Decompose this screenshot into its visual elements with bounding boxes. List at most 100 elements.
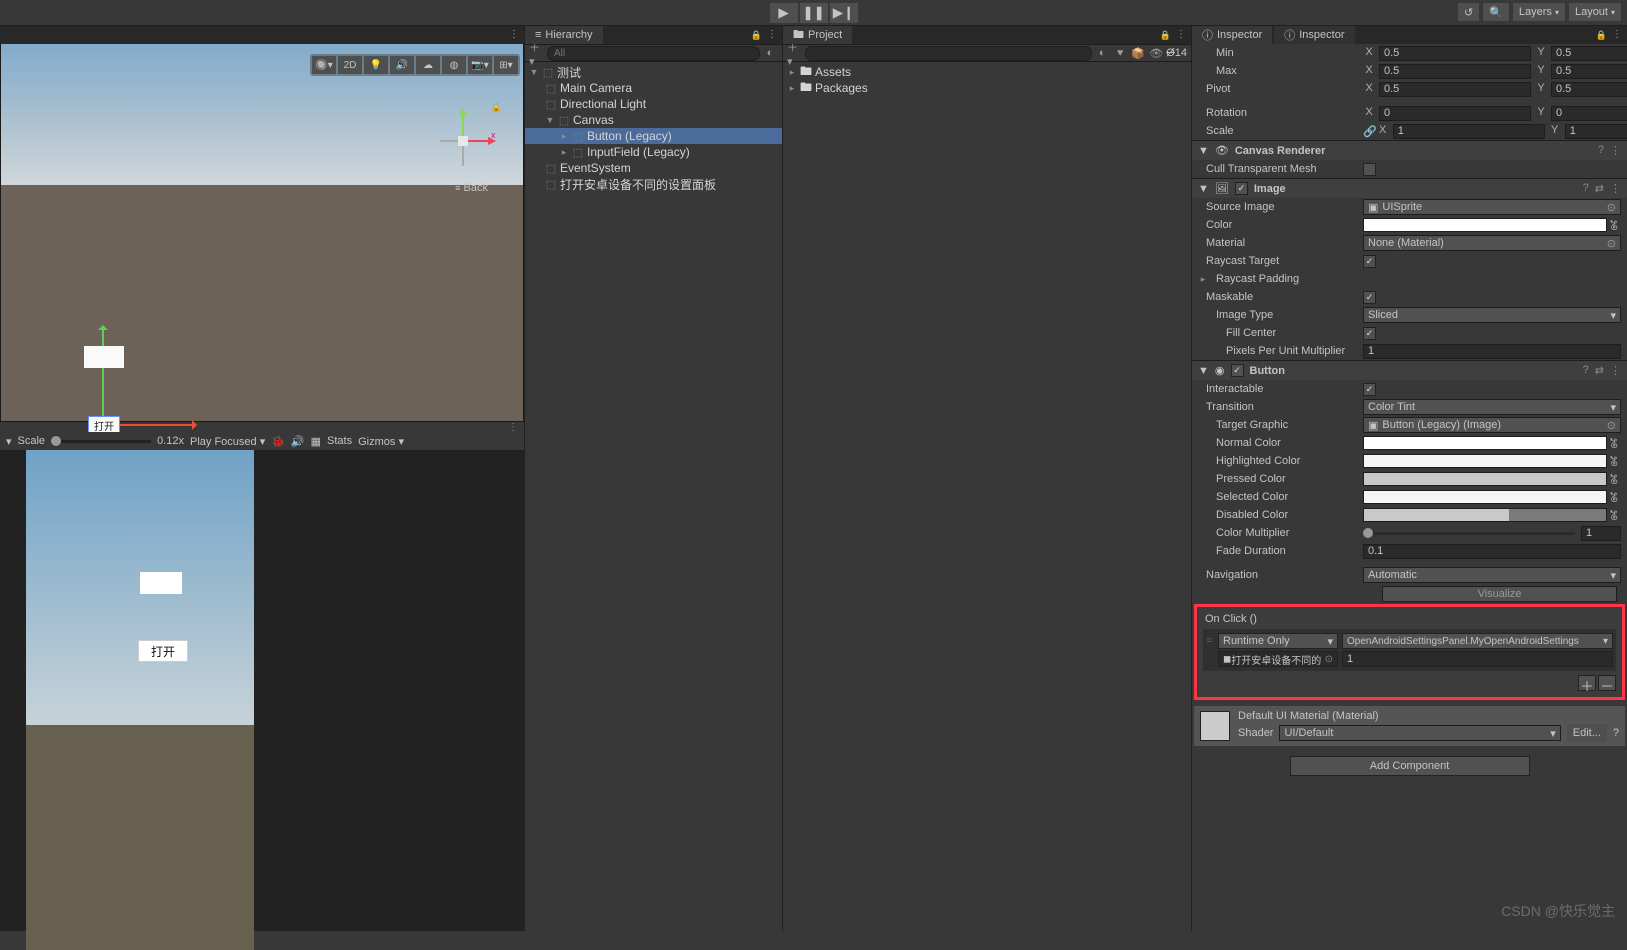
- component-canvas-renderer[interactable]: ▼👁Canvas Renderer?⋮: [1192, 140, 1627, 160]
- maskable-checkbox[interactable]: ✓: [1363, 291, 1376, 304]
- help-icon[interactable]: ?: [1583, 364, 1589, 377]
- event-argument[interactable]: [1342, 651, 1613, 667]
- function-dropdown[interactable]: OpenAndroidSettingsPanel.MyOpenAndroidSe…: [1342, 633, 1613, 649]
- fade-duration[interactable]: [1363, 544, 1621, 559]
- source-image-field[interactable]: ▣UISprite⊙: [1363, 199, 1621, 215]
- add-event-button[interactable]: ＋: [1578, 675, 1596, 691]
- scale-slider[interactable]: [51, 440, 151, 443]
- menu-icon[interactable]: ⋮: [1610, 144, 1621, 157]
- scale-y[interactable]: [1565, 124, 1627, 139]
- hierarchy-tree[interactable]: ▼⬚测试 ⬚Main Camera ⬚Directional Light ▼⬚C…: [525, 62, 782, 194]
- add-icon[interactable]: ＋▾: [787, 45, 803, 61]
- pivot-y[interactable]: [1551, 82, 1627, 97]
- runtime-dropdown[interactable]: Runtime Only▾: [1218, 633, 1338, 649]
- visualize-button[interactable]: Visualize: [1382, 586, 1617, 602]
- mode-2d[interactable]: 2D: [338, 56, 362, 74]
- cull-checkbox[interactable]: [1363, 163, 1376, 176]
- grid-icon[interactable]: ▦: [311, 435, 321, 448]
- add-icon[interactable]: ＋▾: [529, 45, 545, 61]
- add-component-button[interactable]: Add Component: [1290, 756, 1530, 776]
- tab-project[interactable]: 🖿Project: [783, 26, 852, 44]
- package-icon[interactable]: 📦: [1130, 45, 1146, 61]
- pressed-color[interactable]: [1363, 472, 1607, 486]
- camera-icon[interactable]: 📷▾: [468, 56, 492, 74]
- panel-splitter[interactable]: ⋮: [0, 422, 524, 432]
- disabled-color[interactable]: [1363, 508, 1607, 522]
- scene-view[interactable]: ⋮ 🔘▾ 2D 💡 🔊 ☁ ◍ 📷▾ ⊞▾ y x: [0, 26, 524, 422]
- back-label[interactable]: ≡Back: [455, 182, 488, 194]
- color-field[interactable]: [1363, 218, 1607, 232]
- navigation-dropdown[interactable]: Automatic▾: [1363, 567, 1621, 583]
- fill-center-checkbox[interactable]: ✓: [1363, 327, 1376, 340]
- lighting-icon[interactable]: 💡: [364, 56, 388, 74]
- orientation-gizmo[interactable]: y x 🔒: [428, 106, 498, 176]
- shader-dropdown[interactable]: UI/Default▾: [1279, 725, 1560, 741]
- target-graphic-field[interactable]: ▣Button (Legacy) (Image)⊙: [1363, 417, 1621, 433]
- gizmos-icon[interactable]: ⊞▾: [494, 56, 518, 74]
- mute-icon[interactable]: 🔊: [291, 435, 305, 448]
- filter-icon[interactable]: ◐: [762, 45, 778, 61]
- tab-inspector-2[interactable]: ⓘInspector: [1274, 26, 1354, 44]
- lock-icon[interactable]: 🔒: [1160, 30, 1171, 41]
- hierarchy-search[interactable]: [547, 46, 760, 61]
- layers-dropdown[interactable]: Layers▾: [1513, 3, 1565, 21]
- visibility-icon[interactable]: 👁: [1148, 45, 1164, 61]
- hidden-icon[interactable]: ◍: [442, 56, 466, 74]
- draw-mode-icon[interactable]: 🔘▾: [312, 56, 336, 74]
- tab-inspector[interactable]: ⓘInspector: [1192, 26, 1272, 44]
- layout-dropdown[interactable]: Layout▾: [1569, 3, 1621, 21]
- max-x[interactable]: [1379, 64, 1531, 79]
- audio-icon[interactable]: 🔊: [390, 56, 414, 74]
- panel-menu-icon[interactable]: ⋮: [509, 29, 520, 40]
- image-type-dropdown[interactable]: Sliced▾: [1363, 307, 1621, 323]
- link-icon[interactable]: 🔗: [1363, 125, 1377, 138]
- project-search[interactable]: [805, 46, 1092, 61]
- rot-x[interactable]: [1379, 106, 1531, 121]
- fx-icon[interactable]: ☁: [416, 56, 440, 74]
- help-icon[interactable]: ?: [1613, 727, 1619, 739]
- normal-color[interactable]: [1363, 436, 1607, 450]
- ppu-field[interactable]: [1363, 344, 1621, 359]
- image-enabled[interactable]: ✓: [1235, 182, 1248, 195]
- help-icon[interactable]: ?: [1598, 144, 1604, 157]
- color-multiplier-value[interactable]: [1581, 526, 1621, 541]
- remove-event-button[interactable]: －: [1598, 675, 1616, 691]
- material-field[interactable]: None (Material)⊙: [1363, 235, 1621, 251]
- scale-x[interactable]: [1393, 124, 1545, 139]
- tab-hierarchy[interactable]: ≡Hierarchy: [525, 26, 603, 44]
- selected-color[interactable]: [1363, 490, 1607, 504]
- panel-menu-icon[interactable]: ⋮: [1176, 29, 1187, 40]
- eyedropper-icon[interactable]: 𖡄: [1607, 218, 1621, 233]
- menu-icon[interactable]: ⋮: [1610, 364, 1621, 377]
- undo-history-icon[interactable]: ↺: [1458, 3, 1479, 21]
- lock-icon[interactable]: 🔒: [751, 30, 762, 41]
- filter-icon[interactable]: ◐: [1094, 45, 1110, 61]
- lock-icon[interactable]: 🔒: [1596, 30, 1607, 41]
- component-image[interactable]: ▼🖼✓Image?⇄⋮: [1192, 178, 1627, 198]
- play-focused-dropdown[interactable]: Play Focused ▾: [190, 435, 265, 448]
- play-button[interactable]: ▶: [770, 3, 798, 23]
- rot-y[interactable]: [1551, 106, 1627, 121]
- gizmos-dropdown[interactable]: Gizmos ▾: [358, 435, 404, 448]
- min-x[interactable]: [1379, 46, 1531, 61]
- panel-menu-icon[interactable]: ⋮: [767, 29, 778, 40]
- step-button[interactable]: ▶❙: [830, 3, 858, 23]
- highlighted-color[interactable]: [1363, 454, 1607, 468]
- pivot-x[interactable]: [1379, 82, 1531, 97]
- panel-menu-icon[interactable]: ⋮: [1612, 29, 1623, 40]
- component-button[interactable]: ▼◉✓Button?⇄⋮: [1192, 360, 1627, 380]
- favorites-icon[interactable]: ♥: [1112, 45, 1128, 61]
- menu-icon[interactable]: ⋮: [1610, 182, 1621, 195]
- stats-toggle[interactable]: Stats: [327, 435, 352, 447]
- min-y[interactable]: [1551, 46, 1627, 61]
- preset-icon[interactable]: ⇄: [1595, 364, 1604, 377]
- event-object-field[interactable]: ◼打开安卓设备不同的⊙: [1218, 651, 1338, 667]
- max-y[interactable]: [1551, 64, 1627, 79]
- preset-icon[interactable]: ⇄: [1595, 182, 1604, 195]
- button-enabled[interactable]: ✓: [1231, 364, 1244, 377]
- debug-icon[interactable]: 🐞: [271, 435, 285, 448]
- color-multiplier-slider[interactable]: [1363, 532, 1575, 535]
- help-icon[interactable]: ?: [1583, 182, 1589, 195]
- edit-shader-button[interactable]: Edit...: [1567, 724, 1607, 742]
- interactable-checkbox[interactable]: ✓: [1363, 383, 1376, 396]
